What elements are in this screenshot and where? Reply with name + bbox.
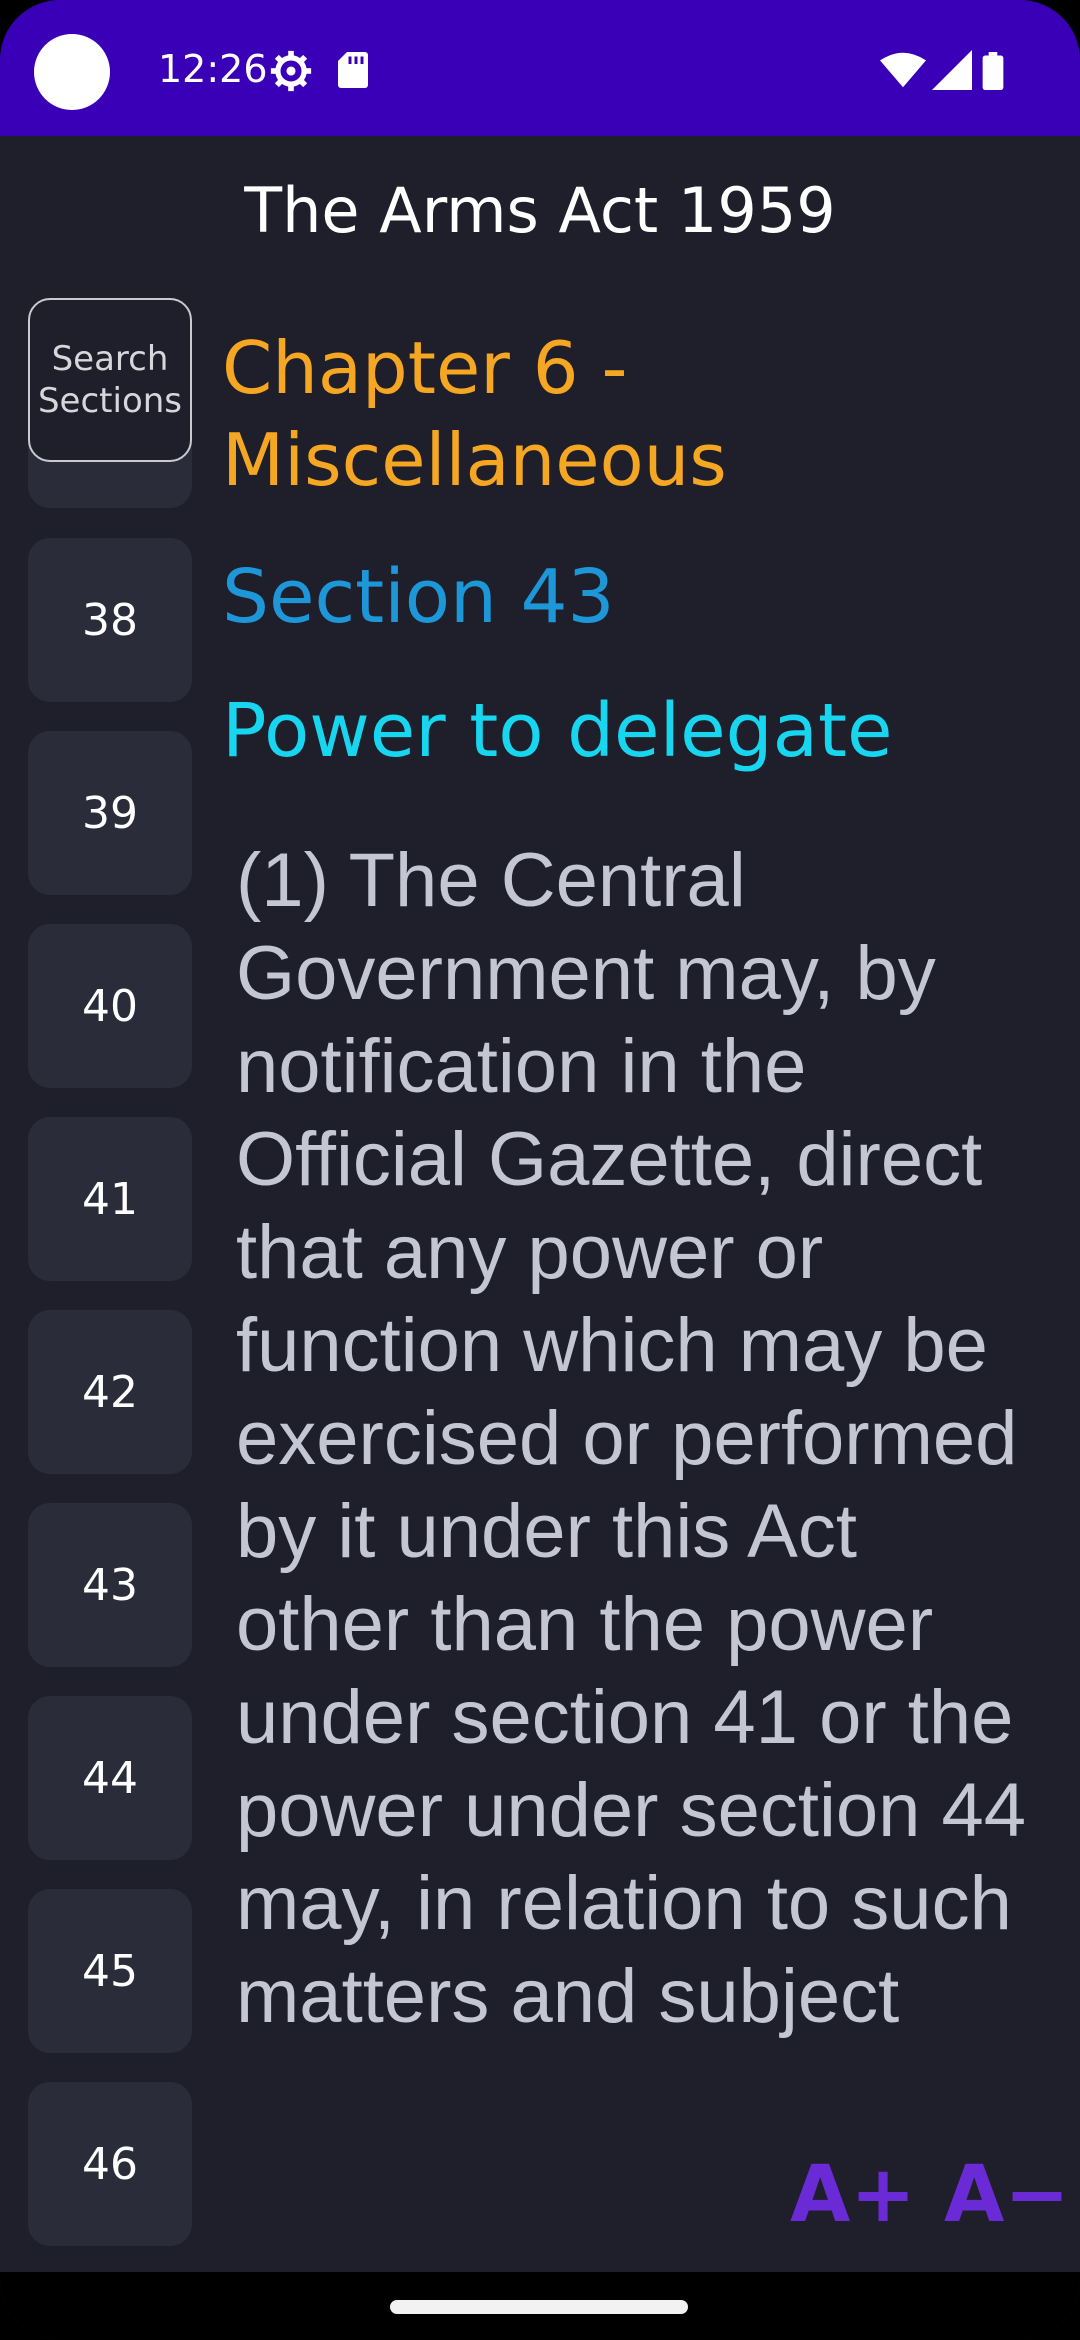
battery-icon (982, 52, 1004, 90)
section-button-42[interactable]: 42 (28, 1310, 192, 1474)
app-screen: 12:26 The Arms Act 1959 Search Sections … (0, 0, 1080, 2340)
chapter-title: Chapter 6 - Miscellaneous (222, 326, 727, 502)
section-button-46[interactable]: 46 (28, 2082, 192, 2246)
signal-icon (932, 50, 972, 90)
section-body-scroll[interactable]: (1) The Central Government may, by notif… (236, 834, 1036, 2088)
gear-icon (270, 50, 312, 92)
page-title: The Arms Act 1959 (244, 174, 836, 247)
section-button-40[interactable]: 40 (28, 924, 192, 1088)
status-time: 12:26 (158, 47, 268, 91)
section-number: Section 43 (222, 554, 615, 640)
section-button-41[interactable]: 41 (28, 1117, 192, 1281)
section-button-43[interactable]: 43 (28, 1503, 192, 1667)
section-button-39[interactable]: 39 (28, 731, 192, 895)
search-label-line1: Search (51, 339, 169, 379)
font-decrease-button[interactable]: A− (944, 2150, 1070, 2240)
wifi-icon (880, 52, 926, 88)
section-button-44[interactable]: 44 (28, 1696, 192, 1860)
font-increase-button[interactable]: A+ (790, 2150, 916, 2240)
sd-card-icon (338, 52, 368, 88)
status-avatar-dot (34, 34, 110, 110)
status-bar: 12:26 (0, 0, 1080, 136)
home-gesture-handle[interactable] (390, 2300, 688, 2314)
search-label-line2: Sections (37, 381, 183, 421)
search-sections-button[interactable]: Search Sections (28, 298, 192, 462)
section-heading: Power to delegate (222, 688, 893, 774)
section-body-text: (1) The Central Government may, by notif… (236, 838, 1027, 2039)
section-button-45[interactable]: 45 (28, 1889, 192, 2053)
section-button-38[interactable]: 38 (28, 538, 192, 702)
